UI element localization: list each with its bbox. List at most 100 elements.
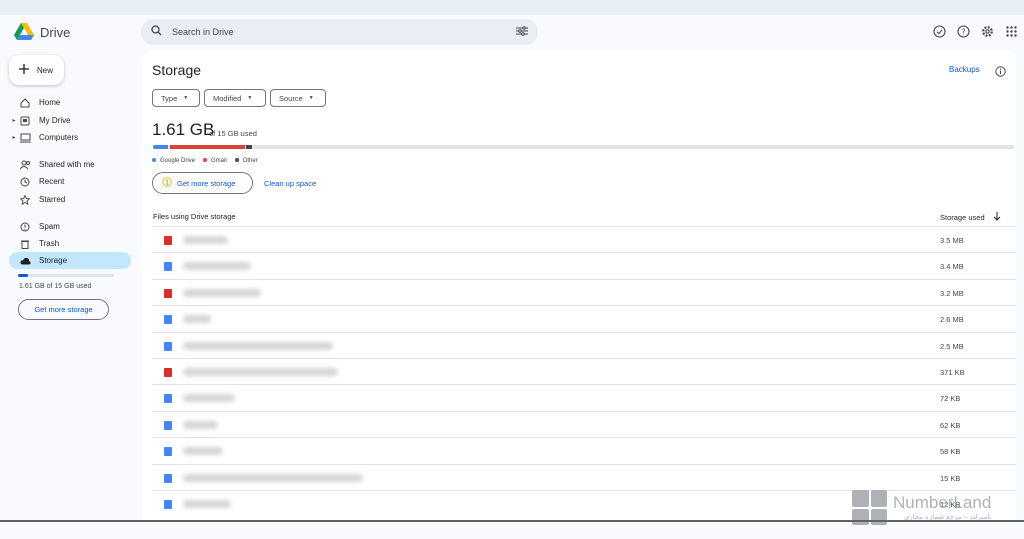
apps-grid-icon[interactable] [1004,24,1018,38]
files-header: Files using Drive storage [153,212,236,221]
file-name-redacted[interactable] [183,288,261,297]
file-name-redacted[interactable] [183,420,218,429]
file-size: 72 KB [940,394,961,404]
sidebar-item-trash[interactable]: Trash [9,235,131,252]
dropdown-arrow-icon: ▼ [247,95,253,101]
file-row[interactable]: 371 KB [152,357,1016,384]
drive-logo[interactable]: Drive [14,23,70,41]
bottom-divider [0,520,1024,522]
file-name-redacted[interactable] [183,262,251,271]
sidebar-item-label: Starred [39,195,66,204]
file-row[interactable]: 15 KB [152,463,1016,490]
file-row[interactable]: 72 KB [152,384,1016,410]
doc-icon [164,499,172,509]
file-size: 3.4 MB [940,262,964,272]
sidebar-item-spam[interactable]: Spam [9,218,131,235]
storage-used-sort-header[interactable]: Storage used [940,212,1001,223]
file-row[interactable]: 3.4 MB [152,252,1016,278]
storage-used-amount: 1.61 GB [152,120,215,139]
sidebar-item-label: Spam [39,222,60,231]
file-row[interactable]: 2.5 MB [152,331,1016,358]
video-icon [164,367,172,377]
watermark-text: NumberLand [893,493,992,512]
file-size: 2.5 MB [940,341,964,351]
modified-filter-chip[interactable]: Modified ▼ [204,89,266,107]
new-button[interactable]: New [9,55,64,85]
info-icon[interactable] [995,64,1006,82]
dropdown-arrow-icon: ▼ [183,95,189,101]
page-title: Storage [152,62,202,78]
get-more-storage-button[interactable]: 1 Get more storage [152,172,253,194]
header-actions: ? [932,24,1018,38]
clean-up-space-link[interactable]: Clean up space [264,179,316,188]
clock-icon [19,176,31,188]
sort-arrow-down-icon[interactable] [993,212,1001,223]
source-filter-label: Source [279,93,303,103]
file-name-redacted[interactable] [183,447,223,456]
file-size: 3.2 MB [940,288,964,298]
sidebar-item-storage[interactable]: Storage [9,252,131,269]
sidebar-storage-bar [18,274,114,277]
top-strip [0,0,1024,15]
file-size: 2.6 MB [940,315,964,325]
file-row[interactable]: 3.2 MB [152,278,1016,305]
star-icon [19,194,31,206]
backups-link[interactable]: Backups [949,65,980,74]
expand-caret-icon[interactable]: ▸ [9,117,19,124]
trash-icon [19,238,31,250]
my-drive-icon [19,115,31,127]
settings-icon[interactable] [980,24,994,38]
file-name-redacted[interactable] [183,315,211,324]
file-size: 3.5 MB [940,236,964,245]
modified-filter-label: Modified [213,93,242,103]
source-filter-chip[interactable]: Source ▼ [270,89,326,107]
sidebar-item-label: Home [39,98,61,107]
sidebar-item-label: Computers [39,133,79,142]
type-filter-chip[interactable]: Type ▼ [152,89,200,107]
pdf-icon [164,236,172,245]
file-row[interactable]: 3.5 MB [152,226,1016,252]
spam-icon [19,221,31,233]
storage-legend: Google Drive Gmail Other [152,158,258,164]
help-icon[interactable]: ? [956,24,970,38]
svg-text:?: ? [961,27,965,36]
sidebar-item-label: Shared with me [39,160,95,169]
sidebar-item-home[interactable]: Home [9,94,131,111]
sidebar-item-computers[interactable]: ▸ Computers [9,129,131,146]
file-name-redacted[interactable] [183,341,333,350]
sidebar-item-shared[interactable]: Shared with me [9,156,131,173]
search-options-icon[interactable] [516,23,528,41]
file-name-redacted[interactable] [183,236,228,244]
expand-caret-icon[interactable]: ▸ [9,134,19,141]
doc-icon [164,447,172,457]
file-name-redacted[interactable] [183,394,235,403]
app-name: Drive [40,24,71,40]
gmail-segment [170,145,245,149]
file-row[interactable]: 58 KB [152,437,1016,463]
doc-icon [164,341,172,351]
file-size: 62 KB [940,420,961,430]
search-input[interactable]: Search in Drive [172,27,516,37]
google-drive-segment [153,145,168,149]
doc-icon [164,473,172,483]
search-bar[interactable]: Search in Drive [141,19,538,45]
sidebar-item-recent[interactable]: Recent [9,173,131,190]
file-row[interactable]: 2.6 MB [152,305,1016,331]
sidebar-item-my-drive[interactable]: ▸ My Drive [9,112,131,129]
people-icon [19,159,31,171]
storage-used-header-label: Storage used [940,213,985,222]
file-row[interactable]: 62 KB [152,410,1016,437]
file-name-redacted[interactable] [183,367,338,376]
legend-google-drive: Google Drive [152,158,195,164]
storage-usage-bar [153,145,1014,149]
file-name-redacted[interactable] [183,499,231,508]
sidebar-item-label: Trash [39,239,60,248]
search-icon[interactable] [151,23,162,41]
offline-ready-icon[interactable] [932,24,946,38]
doc-icon [164,420,172,430]
image-icon [164,288,172,298]
sidebar-item-starred[interactable]: Starred [9,191,131,208]
file-list: 3.5 MB 3.4 MB 3.2 MB 2.6 MB 2.5 MB 371 KB 72 K… [152,226,1016,516]
sidebar-get-more-storage-button[interactable]: Get more storage [18,299,109,320]
file-name-redacted[interactable] [183,473,363,482]
